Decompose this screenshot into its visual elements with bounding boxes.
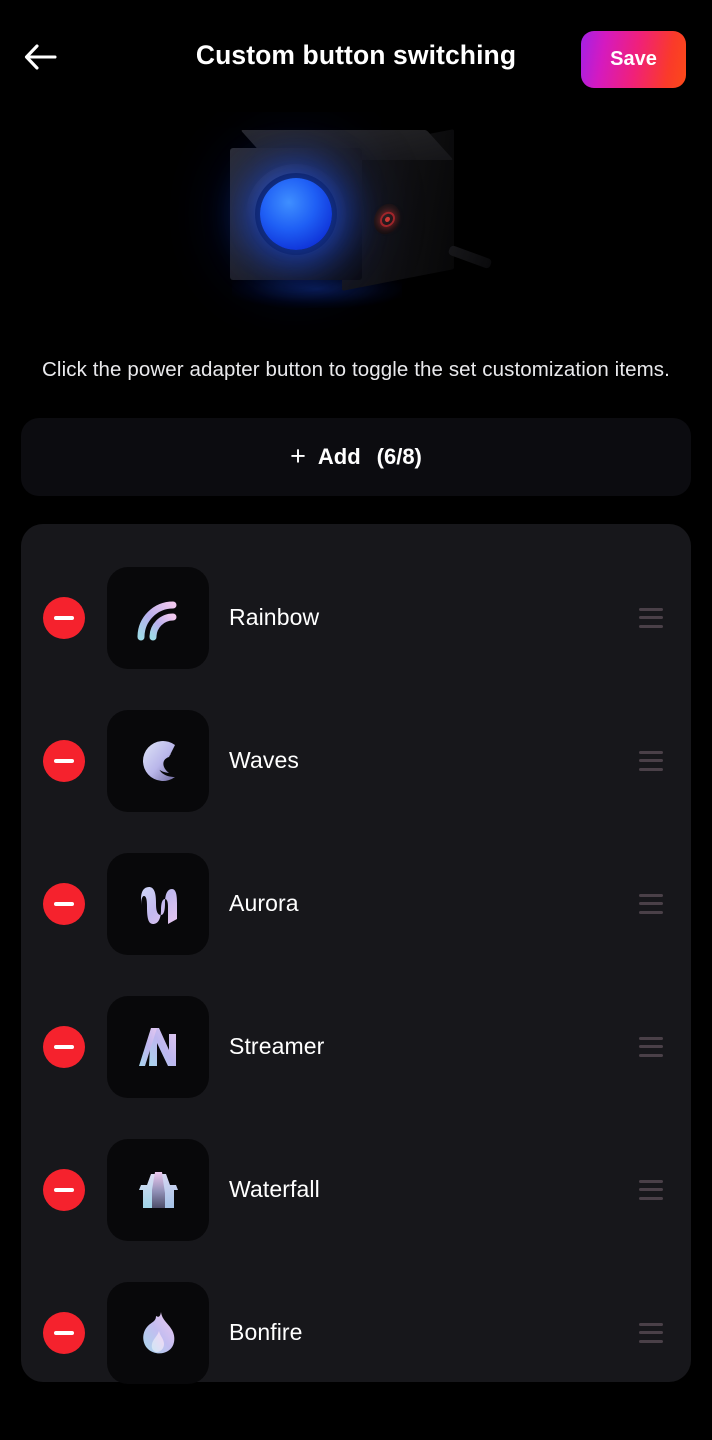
effect-name: Aurora — [229, 890, 299, 916]
effect-name: Streamer — [229, 1033, 325, 1059]
minus-circle-icon — [54, 901, 74, 906]
wave-swirl-icon — [131, 734, 185, 788]
drag-handle-icon[interactable] — [639, 893, 663, 914]
effect-icon-tile[interactable] — [107, 1138, 209, 1241]
minus-circle-icon — [54, 758, 74, 763]
effect-icon-tile[interactable] — [107, 566, 209, 669]
minus-circle-icon — [54, 1044, 74, 1049]
minus-circle-icon — [54, 1187, 74, 1192]
remove-item-button[interactable] — [43, 1025, 85, 1068]
table-row[interactable]: Waterfall — [21, 1118, 691, 1261]
drag-handle-icon[interactable] — [639, 1179, 663, 1200]
drag-handle-icon[interactable] — [639, 607, 663, 628]
device-hero-image — [0, 112, 712, 330]
app-header: Custom button switching Save — [0, 0, 712, 118]
remove-item-button[interactable] — [43, 882, 85, 925]
effect-name: Bonfire — [229, 1319, 303, 1345]
power-adapter-device[interactable] — [222, 129, 493, 310]
flame-icon — [131, 1306, 185, 1360]
device-power-button-glow[interactable] — [260, 178, 332, 250]
remove-item-button[interactable] — [43, 1168, 85, 1211]
table-row[interactable]: Bonfire — [21, 1261, 691, 1404]
device-button-inner-ring — [255, 173, 337, 255]
device-button-bezel — [246, 164, 346, 264]
effect-name: Waves — [229, 747, 299, 773]
led-ring-icon — [379, 210, 395, 228]
plus-icon: + — [290, 440, 306, 471]
table-row[interactable]: Rainbow — [21, 546, 691, 689]
effect-icon-tile[interactable] — [107, 1281, 209, 1384]
drag-handle-icon[interactable] — [639, 1322, 663, 1343]
table-row[interactable]: Waves — [21, 689, 691, 832]
remove-item-button[interactable] — [43, 1311, 85, 1354]
effect-name: Waterfall — [229, 1176, 320, 1202]
streamer-bolt-icon — [131, 1020, 185, 1074]
effects-list: Rainbow Waves Aurora Streamer Waterfall … — [21, 524, 691, 1384]
remove-item-button[interactable] — [43, 739, 85, 782]
effect-icon-tile[interactable] — [107, 709, 209, 812]
minus-circle-icon — [54, 615, 74, 620]
table-row[interactable]: Streamer — [21, 975, 691, 1118]
effect-name: Rainbow — [229, 604, 320, 630]
drag-handle-icon[interactable] — [639, 750, 663, 771]
aurora-ribbon-icon — [131, 877, 185, 931]
instruction-text: Click the power adapter button to toggle… — [42, 358, 670, 381]
effect-icon-tile[interactable] — [107, 852, 209, 955]
device-front-panel — [230, 148, 362, 280]
add-button-count: (6/8) — [376, 444, 422, 469]
drag-handle-icon[interactable] — [639, 1036, 663, 1057]
add-button-label: Add — [317, 444, 361, 469]
device-cable — [447, 244, 493, 270]
minus-circle-icon — [54, 1330, 74, 1335]
table-row[interactable]: Aurora — [21, 832, 691, 975]
effect-icon-tile[interactable] — [107, 995, 209, 1098]
led-core — [384, 216, 390, 222]
save-button[interactable]: Save — [581, 31, 686, 88]
remove-item-button[interactable] — [43, 596, 85, 639]
rainbow-arcs-icon — [131, 591, 185, 645]
waterfall-icon — [131, 1163, 185, 1217]
add-button[interactable]: + Add (6/8) — [21, 418, 691, 496]
